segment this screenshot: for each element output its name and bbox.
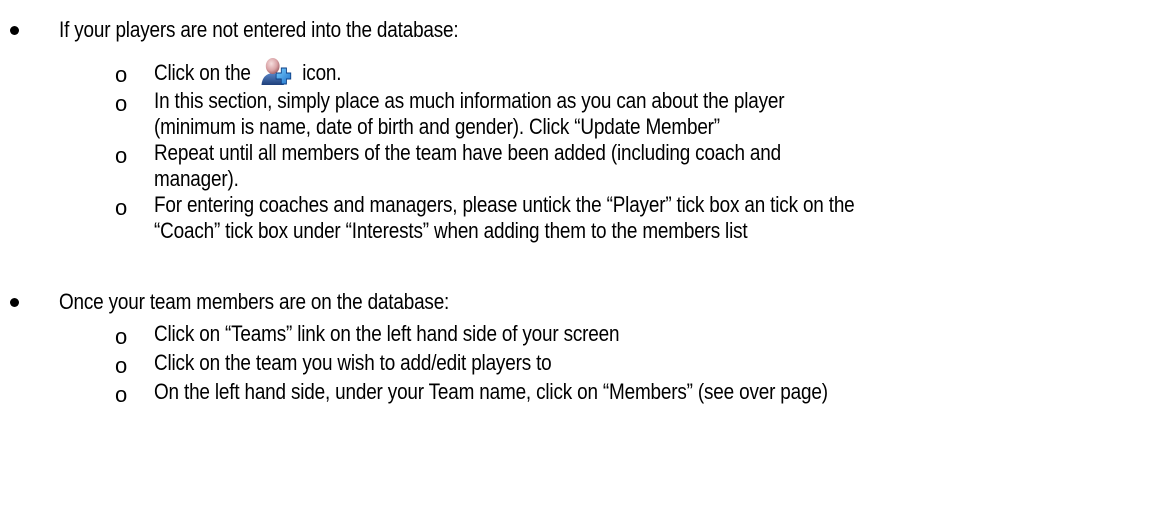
bullet-section-1 xyxy=(10,26,19,35)
list-item-line-2: manager). xyxy=(154,166,239,191)
section-1-heading: If your players are not entered into the… xyxy=(59,17,459,42)
sub-marker: o xyxy=(115,91,128,116)
list-item: Click on the icon. xyxy=(154,58,342,87)
sub-marker: o xyxy=(115,324,128,349)
item-text-post: icon. xyxy=(297,60,342,85)
sub-marker: o xyxy=(115,143,128,168)
document-page: If your players are not entered into the… xyxy=(0,0,1149,506)
item-text-pre: Click on the xyxy=(154,60,256,85)
list-item: On the left hand side, under your Team n… xyxy=(154,379,828,404)
sub-marker: o xyxy=(115,353,128,378)
list-item: Click on the team you wish to add/edit p… xyxy=(154,350,552,375)
sub-marker: o xyxy=(115,382,128,407)
sub-marker: o xyxy=(115,62,128,87)
bullet-section-2 xyxy=(10,298,19,307)
list-item-line-1: In this section, simply place as much in… xyxy=(154,88,785,113)
list-item-line-1: Repeat until all members of the team hav… xyxy=(154,140,781,165)
sub-marker: o xyxy=(115,195,128,220)
list-item: Click on “Teams” link on the left hand s… xyxy=(154,321,620,346)
list-item-line-1: For entering coaches and managers, pleas… xyxy=(154,192,855,217)
add-member-icon xyxy=(259,58,292,86)
section-2-heading: Once your team members are on the databa… xyxy=(59,289,450,314)
list-item-line-2: (minimum is name, date of birth and gend… xyxy=(154,114,720,139)
list-item-line-2: “Coach” tick box under “Interests” when … xyxy=(154,218,748,243)
